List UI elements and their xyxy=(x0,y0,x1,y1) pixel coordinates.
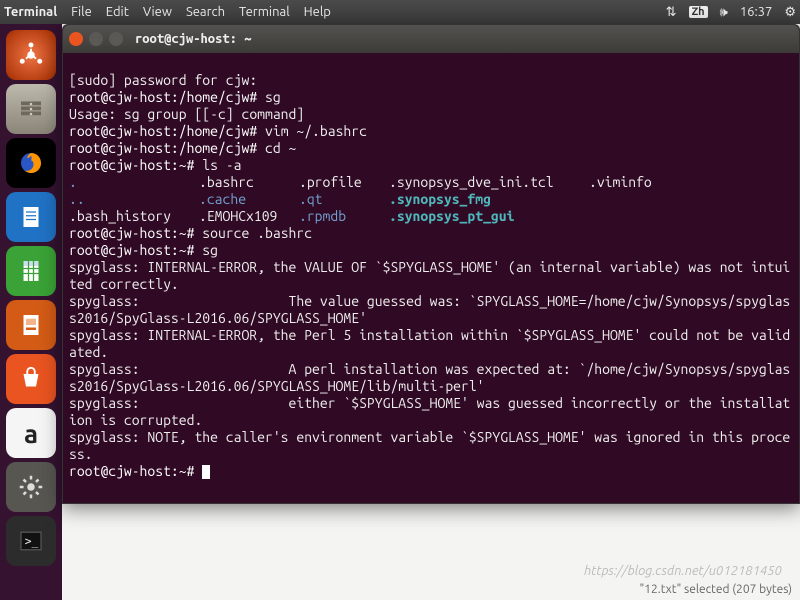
menu-view[interactable]: View xyxy=(143,5,172,19)
launcher-settings-icon[interactable] xyxy=(6,462,56,512)
global-menu-bar: Terminal File Edit View Search Terminal … xyxy=(0,0,800,24)
command-text: sg xyxy=(257,89,281,105)
launcher-amazon-icon[interactable]: a xyxy=(6,408,56,458)
window-titlebar[interactable]: root@cjw-host: ~ xyxy=(63,25,799,53)
system-gear-icon[interactable]: ⚙ xyxy=(784,5,796,20)
shell-prompt: root@cjw-host:/home/cjw# xyxy=(69,140,257,156)
command-text: sg xyxy=(194,242,218,258)
ls-dir: .. xyxy=(69,191,199,208)
command-text: cd ~ xyxy=(257,140,296,156)
launcher-dash-icon[interactable] xyxy=(6,30,56,80)
ls-file: .EMOHCx109 xyxy=(199,208,299,225)
ls-file: .profile xyxy=(299,174,389,191)
window-minimize-icon[interactable] xyxy=(89,32,103,46)
menu-file[interactable]: File xyxy=(71,5,92,19)
svg-text:>_: >_ xyxy=(25,535,39,548)
command-text: source .bashrc xyxy=(194,225,312,241)
menu-terminal-app[interactable]: Terminal xyxy=(4,5,57,19)
ls-dir: .qt xyxy=(299,191,389,208)
shell-prompt: root@cjw-host:~# xyxy=(69,157,194,173)
launcher-firefox-icon[interactable] xyxy=(6,138,56,188)
launcher-impress-icon[interactable] xyxy=(6,300,56,350)
output-line: spyglass: INTERNAL-ERROR, the Perl 5 ins… xyxy=(69,327,790,360)
ls-file: .bash_history xyxy=(69,208,199,225)
ls-file: .viminfo xyxy=(589,174,652,191)
text-cursor xyxy=(202,465,210,479)
ls-file: .synopsys_dve_ini.tcl xyxy=(389,174,589,191)
output-line: spyglass: either `$SPYGLASS_HOME' was gu… xyxy=(69,395,790,428)
menu-help[interactable]: Help xyxy=(304,5,331,19)
terminal-window: root@cjw-host: ~ [sudo] password for cjw… xyxy=(62,24,800,504)
shell-prompt: root@cjw-host:~# xyxy=(69,225,194,241)
output-line: spyglass: A perl installation was expect… xyxy=(69,361,790,394)
output-line: [sudo] password for cjw: xyxy=(69,72,257,88)
selection-status: "12.txt" selected (207 bytes) xyxy=(639,583,792,596)
launcher-writer-icon[interactable] xyxy=(6,192,56,242)
amazon-a-icon: a xyxy=(24,419,38,448)
menu-terminal[interactable]: Terminal xyxy=(239,5,290,19)
clock[interactable]: 16:37 xyxy=(740,5,773,19)
window-title: root@cjw-host: ~ xyxy=(135,31,251,48)
window-maximize-icon[interactable] xyxy=(109,32,123,46)
launcher-calc-icon[interactable] xyxy=(6,246,56,296)
ls-file: .bashrc xyxy=(199,174,299,191)
terminal-body[interactable]: [sudo] password for cjw: root@cjw-host:/… xyxy=(63,53,799,499)
ls-dir: .synopsys_pt_gui xyxy=(389,208,514,225)
ls-dir: .rpmdb xyxy=(299,208,389,225)
launcher-terminal-icon[interactable]: >_ xyxy=(6,516,56,566)
ls-dir: .cache xyxy=(199,191,299,208)
launcher-software-icon[interactable] xyxy=(6,354,56,404)
shell-prompt: root@cjw-host:~# xyxy=(69,463,194,479)
output-line: spyglass: The value guessed was: `SPYGLA… xyxy=(69,293,790,326)
watermark-url: https://blog.csdn.net/u012181450 xyxy=(584,564,782,578)
output-line: spyglass: NOTE, the caller's environment… xyxy=(69,429,790,462)
menu-edit[interactable]: Edit xyxy=(106,5,129,19)
shell-prompt: root@cjw-host:/home/cjw# xyxy=(69,89,257,105)
menu-search[interactable]: Search xyxy=(186,5,225,19)
shell-prompt: root@cjw-host:~# xyxy=(69,242,194,258)
ls-dir: . xyxy=(69,174,199,191)
ime-indicator[interactable]: Zh xyxy=(689,6,708,18)
shell-prompt: root@cjw-host:/home/cjw# xyxy=(69,123,257,139)
network-icon[interactable]: ⇅ xyxy=(666,5,677,20)
output-line: spyglass: INTERNAL-ERROR, the VALUE OF `… xyxy=(69,259,790,292)
output-line: Usage: sg group [[-c] command] xyxy=(69,106,304,122)
command-text: vim ~/.bashrc xyxy=(257,123,367,139)
command-text: ls -a xyxy=(194,157,241,173)
window-close-icon[interactable] xyxy=(69,32,83,46)
unity-launcher: a >_ xyxy=(0,24,62,600)
launcher-files-icon[interactable] xyxy=(6,84,56,134)
ls-dir: .synopsys_fmg xyxy=(389,191,491,208)
sound-icon[interactable]: 🕪 xyxy=(720,5,728,20)
